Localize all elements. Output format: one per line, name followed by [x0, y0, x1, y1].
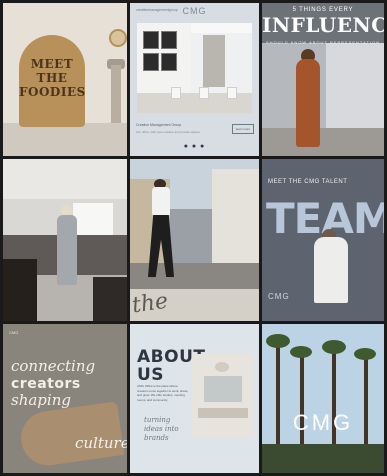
frame: [161, 53, 177, 71]
body-text: CMG Office is the place where creators c…: [137, 384, 189, 402]
brand-mark: CMG: [9, 330, 19, 335]
kicker: MEET THE CMG TALENT: [268, 179, 348, 185]
stand: [111, 65, 121, 123]
ceiling: [191, 23, 252, 33]
word-shaping: shaping: [11, 391, 71, 409]
frame: [143, 31, 159, 49]
chair: [199, 87, 209, 99]
office-photo: [137, 23, 252, 113]
model: [57, 215, 77, 285]
word-connecting: connecting: [11, 357, 96, 375]
post-meet-the-team[interactable]: MEET THE CMG TALENT TEAM CMG: [262, 159, 384, 321]
post-about-us[interactable]: ABOUT US CMG Office is the place where c…: [130, 324, 259, 473]
ceiling: [3, 159, 127, 199]
sign-text: MEET THE FOODIES: [19, 57, 86, 99]
floor: [262, 128, 384, 156]
banner-script: the: [130, 288, 170, 319]
foreground-right: [93, 277, 127, 321]
palm-trunk: [300, 352, 304, 452]
doorway: [203, 35, 225, 87]
foreground-left: [3, 259, 37, 321]
learn-more-button[interactable]: learn more: [232, 124, 254, 134]
frame: [143, 53, 159, 71]
palm-fronds: [290, 346, 312, 358]
walker: [152, 187, 170, 217]
ground: [262, 444, 384, 473]
building-right: [212, 169, 259, 269]
headline: INFLUENCER: [262, 13, 384, 37]
palm-fronds: [322, 340, 346, 354]
lamp: [215, 362, 229, 372]
post-office-website[interactable]: creativemanagementgroup CMG Creative Man…: [130, 3, 259, 156]
post-street-walk[interactable]: the: [130, 159, 259, 321]
frame: [161, 31, 177, 49]
site-title: Creative Management Group: [136, 123, 182, 127]
person: [296, 59, 320, 147]
brand-logo: CMG: [268, 292, 290, 301]
chair: [227, 87, 237, 99]
brand-logo: CMG: [292, 410, 354, 435]
brand-logo: CMG: [182, 6, 207, 16]
post-connecting-creators[interactable]: CMG connecting creators shaping culture: [3, 324, 127, 473]
palm-trunk: [332, 346, 336, 452]
window: [204, 376, 242, 402]
palm-fronds: [266, 334, 290, 348]
table: [198, 408, 248, 418]
office-photo: [192, 354, 254, 438]
floor: [3, 123, 127, 156]
subheadline: SHOULD KNOW ABOUT REPRESENTATION: [265, 40, 380, 45]
script-text: turning ideas into brands: [144, 416, 179, 442]
figure: [314, 237, 348, 303]
post-meet-the-foodies[interactable]: MEET THE FOODIES: [3, 3, 127, 156]
pagination-dots[interactable]: ● ● ●: [130, 143, 259, 150]
palm-trunk: [364, 354, 368, 452]
plate-icon: [109, 29, 127, 47]
chair: [171, 87, 181, 99]
post-runway[interactable]: [3, 159, 127, 321]
instagram-grid: MEET THE FOODIES creativemanagementgroup…: [0, 0, 387, 476]
post-palm-trees[interactable]: CMG: [262, 324, 384, 473]
site-text: Our office, with open studios and privat…: [136, 130, 201, 134]
post-influencer[interactable]: 5 THINGS EVERY INFLUENCER SHOULD KNOW AB…: [262, 3, 384, 156]
word-culture: culture: [75, 434, 127, 452]
palm-fronds: [354, 348, 376, 360]
